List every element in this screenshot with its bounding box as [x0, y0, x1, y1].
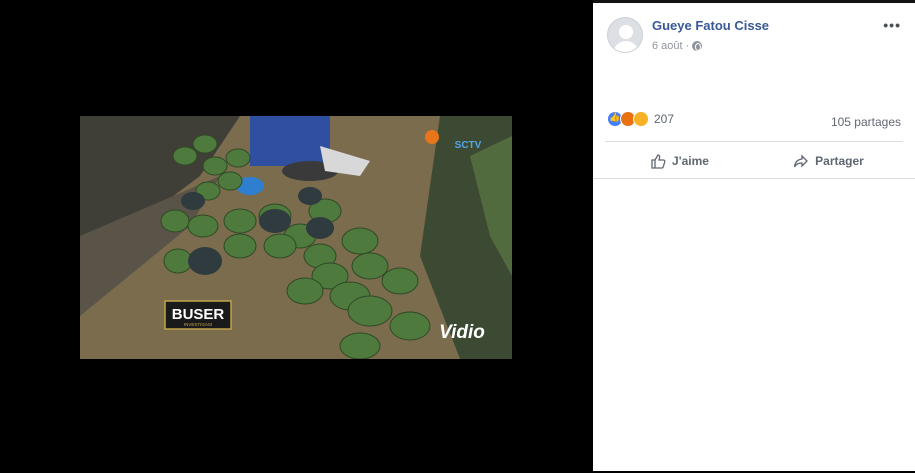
- vidio-watermark: Vidio: [439, 322, 485, 343]
- action-bar: J'aime Partager: [605, 145, 903, 177]
- globe-icon: [692, 41, 703, 51]
- avatar-body: [613, 41, 639, 52]
- video-player[interactable]: BUSER INVESTIGASI Vidio SCTV: [80, 116, 512, 359]
- share-arrow-icon: [793, 154, 809, 168]
- like-label: J'aime: [672, 154, 709, 168]
- sad-reaction-icon: [633, 111, 649, 127]
- avatar-head: [619, 25, 633, 39]
- channel-logo: SCTV: [455, 140, 482, 151]
- share-label: Partager: [815, 154, 864, 168]
- avatar[interactable]: [607, 17, 643, 53]
- post-date[interactable]: 6 août: [652, 40, 683, 52]
- share-button[interactable]: Partager: [754, 145, 903, 177]
- author-name[interactable]: Gueye Fatou Cisse: [652, 18, 769, 33]
- reaction-count: 207: [654, 112, 675, 126]
- share-count[interactable]: 105 partages: [831, 115, 901, 129]
- reactions-summary[interactable]: 207: [607, 111, 674, 127]
- video-frame-image: BUSER INVESTIGASI Vidio SCTV: [80, 116, 512, 359]
- like-button[interactable]: J'aime: [605, 145, 754, 177]
- more-options-button[interactable]: •••: [883, 17, 901, 33]
- divider: [605, 141, 903, 142]
- post-sidebar: Gueye Fatou Cisse 6 août · ••• 207 105 p…: [593, 3, 915, 471]
- media-viewer: BUSER INVESTIGASI Vidio SCTV: [0, 0, 593, 473]
- meta-separator: ·: [685, 40, 690, 52]
- divider: [593, 178, 915, 179]
- post-meta: 6 août ·: [652, 40, 703, 52]
- buser-badge-sub: INVESTIGASI: [184, 322, 212, 327]
- buser-badge: BUSER: [172, 306, 225, 323]
- thumbs-up-icon: [651, 154, 666, 169]
